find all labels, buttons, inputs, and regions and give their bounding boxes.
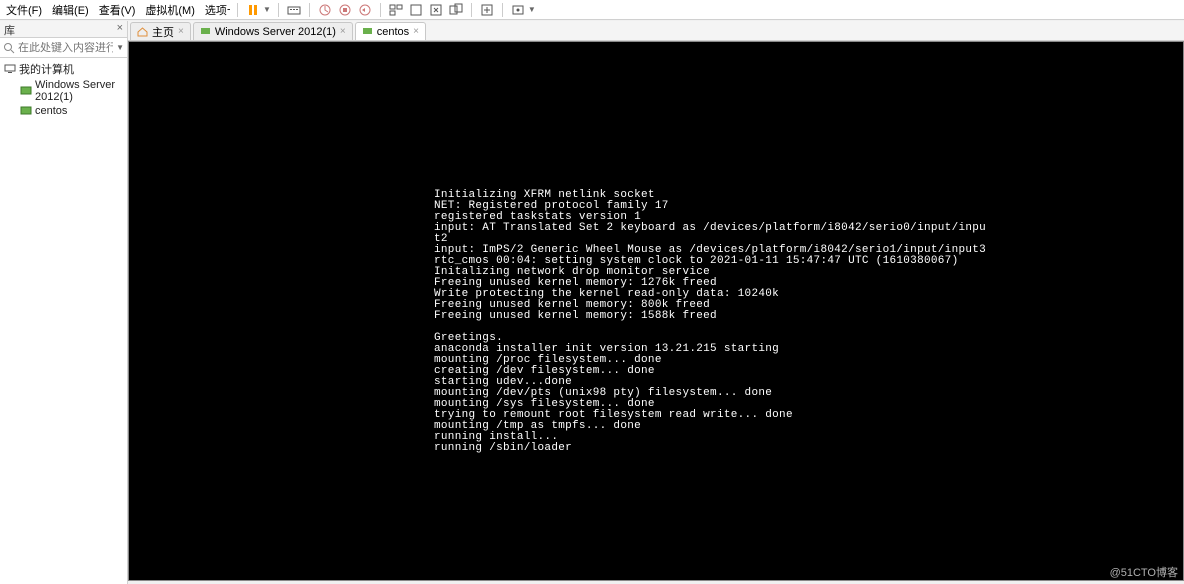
menu-vm[interactable]: 虚拟机(M) (143, 2, 197, 18)
thumbnail-icon[interactable] (388, 2, 404, 18)
watermark: @51CTO博客 (1110, 564, 1178, 580)
home-icon (137, 26, 148, 37)
unity-icon[interactable] (448, 2, 464, 18)
tab-bar: 主页 × Windows Server 2012(1) × centos × (128, 21, 1184, 41)
tree-root-label: 我的计算机 (19, 61, 74, 77)
single-view-icon[interactable] (408, 2, 424, 18)
menu-edit[interactable]: 编辑(E) (50, 2, 91, 18)
tab-winserver[interactable]: Windows Server 2012(1) × (193, 22, 353, 40)
snapshot-icon[interactable] (317, 2, 333, 18)
tree-item-label: centos (35, 105, 67, 117)
vm-icon (200, 26, 211, 37)
sidebar-title: 库 (4, 25, 15, 37)
menu-file[interactable]: 文件(F) (4, 2, 44, 18)
snapshot-revert-icon[interactable] (357, 2, 373, 18)
dropdown-icon[interactable]: ▼ (263, 5, 271, 14)
close-icon[interactable]: × (178, 26, 184, 37)
tree-root[interactable]: 我的计算机 (2, 60, 125, 78)
search-row: ▼ (0, 38, 128, 58)
pause-icon[interactable] (245, 2, 261, 18)
menu-bar: 文件(F) 编辑(E) 查看(V) 虚拟机(M) 选项卡(T) 帮助(H) (0, 0, 1184, 20)
computer-icon (4, 63, 16, 75)
tree-item-centos[interactable]: centos (2, 104, 125, 118)
tab-label: 主页 (152, 24, 174, 40)
tab-label: centos (377, 26, 409, 38)
close-icon[interactable]: × (340, 26, 346, 37)
tab-label: Windows Server 2012(1) (215, 26, 336, 38)
snapshot-manage-icon[interactable] (337, 2, 353, 18)
sidebar-header: 库 × (0, 21, 128, 38)
menu-view[interactable]: 查看(V) (97, 2, 138, 18)
close-icon[interactable]: × (413, 26, 419, 37)
tree-item-winserver[interactable]: Windows Server 2012(1) (2, 78, 125, 104)
vm-console[interactable]: Initializing XFRM netlink socket NET: Re… (128, 41, 1184, 581)
send-keys-icon[interactable] (286, 2, 302, 18)
vm-icon (362, 26, 373, 37)
vm-icon (20, 105, 32, 117)
search-input[interactable] (18, 42, 113, 54)
tab-centos[interactable]: centos × (355, 22, 426, 40)
close-icon[interactable]: × (117, 22, 123, 34)
toolbar: ▼ ▼ (230, 0, 540, 20)
dropdown-icon[interactable]: ▼ (113, 43, 127, 52)
tree-item-label: Windows Server 2012(1) (35, 79, 123, 103)
tab-home[interactable]: 主页 × (130, 22, 191, 40)
fullscreen-icon[interactable] (428, 2, 444, 18)
search-icon (3, 42, 15, 54)
stretch-icon[interactable] (479, 2, 495, 18)
vm-icon (20, 85, 32, 97)
dropdown-icon[interactable]: ▼ (528, 5, 536, 14)
tools-icon[interactable] (510, 2, 526, 18)
vm-tree: 我的计算机 Windows Server 2012(1) centos (0, 58, 128, 584)
